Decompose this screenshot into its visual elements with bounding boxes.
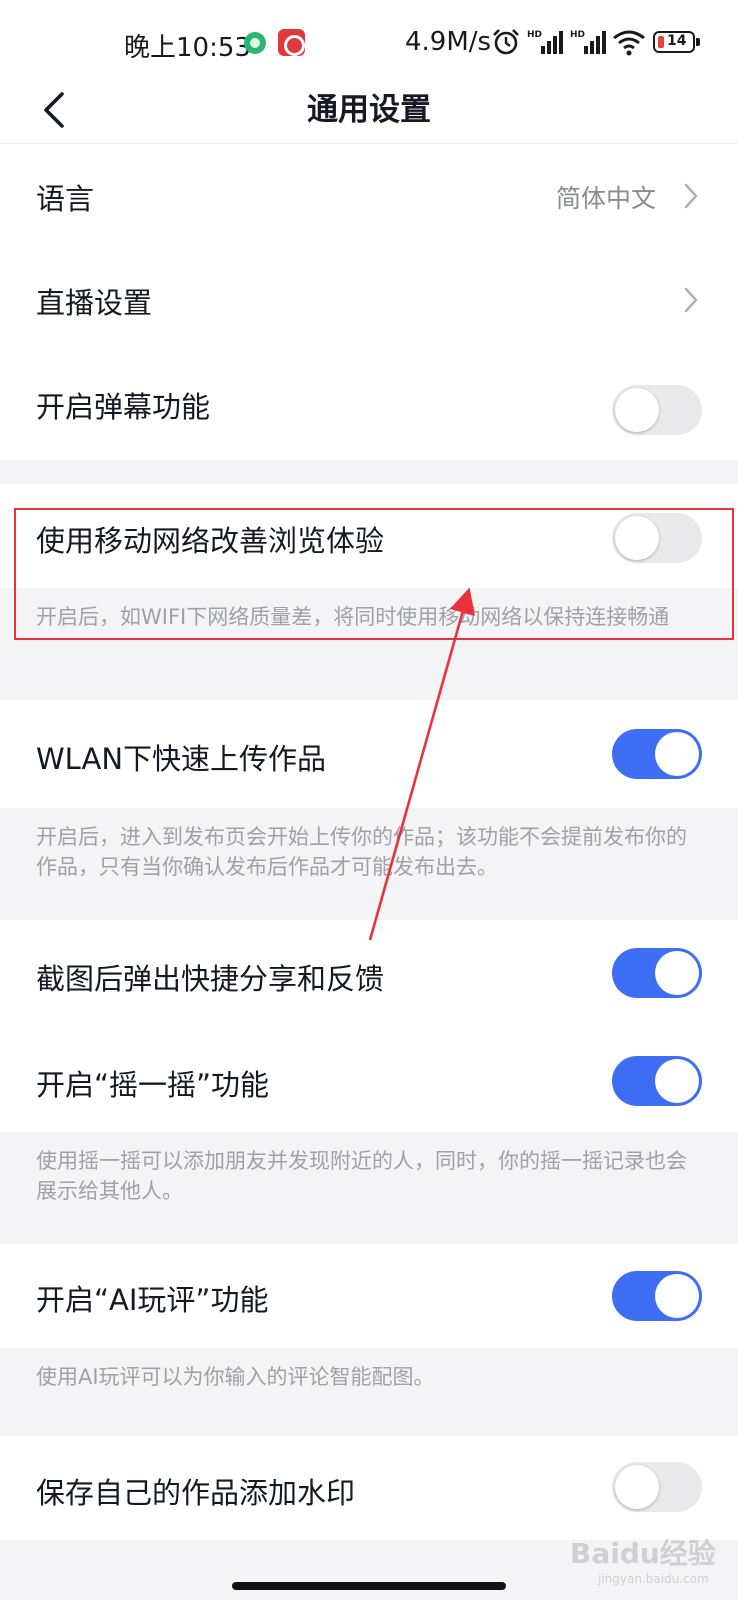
battery-level: 14 <box>667 33 687 49</box>
setting-value: 简体中文 <box>555 184 656 213</box>
nav-bar: 通用设置 <box>0 82 738 144</box>
screenshot-share-toggle[interactable] <box>612 948 702 998</box>
setting-row-live[interactable]: 直播设置 <box>0 248 738 352</box>
setting-row-ai-comment: 开启“AI玩评”功能 <box>0 1244 738 1348</box>
setting-label: 保存自己的作品添加水印 <box>36 1476 356 1510</box>
setting-row-language[interactable]: 语言 简体中文 <box>0 144 738 248</box>
setting-description: 使用AI玩评可以为你输入的评论智能配图。 <box>0 1348 738 1436</box>
hd-signal-icon: HD <box>570 30 606 54</box>
ai-comment-toggle[interactable] <box>612 1271 702 1321</box>
mobile-network-toggle[interactable] <box>612 513 702 563</box>
baidu-watermark-domain: jingyan.baidu.com <box>598 1572 709 1586</box>
setting-row-watermark: 保存自己的作品添加水印 <box>0 1436 738 1540</box>
danmaku-toggle[interactable] <box>612 385 702 435</box>
setting-label: 语言 <box>36 182 95 216</box>
svg-text:HD: HD <box>570 30 585 40</box>
svg-text:HD: HD <box>527 30 542 40</box>
chevron-right-icon <box>684 287 698 313</box>
page-title: 通用设置 <box>307 92 431 128</box>
status-bar: 晚上10:53 4.9M/s HD HD 14 <box>0 0 738 82</box>
shake-toggle[interactable] <box>612 1056 702 1106</box>
setting-label: WLAN下快速上传作品 <box>36 742 327 776</box>
setting-description: 使用摇一摇可以添加朋友并发现附近的人，同时，你的摇一摇记录也会展示给其他人。 <box>0 1132 738 1244</box>
baidu-watermark: Baidu经验 <box>570 1537 716 1570</box>
watermark-toggle[interactable] <box>612 1462 702 1512</box>
setting-description: 开启后，如WIFI下网络质量差，将同时使用移动网络以保持连接畅通 <box>0 588 738 700</box>
setting-description: 开启后，进入到发布页会开始上传你的作品；该功能不会提前发布你的作品，只有当你确认… <box>0 808 738 920</box>
setting-label: 开启弹幕功能 <box>36 390 211 424</box>
app-notification-icon <box>278 29 305 56</box>
setting-label: 直播设置 <box>36 286 153 320</box>
wlan-upload-toggle[interactable] <box>612 729 702 779</box>
battery-icon: 14 <box>653 31 700 53</box>
home-indicator[interactable] <box>232 1582 506 1590</box>
chevron-right-icon <box>684 183 698 209</box>
section-divider <box>0 460 738 484</box>
setting-row-danmaku: 开启弹幕功能 <box>0 352 738 460</box>
setting-label: 开启“AI玩评”功能 <box>36 1283 269 1317</box>
network-speed: 4.9M/s <box>405 27 492 57</box>
wifi-icon <box>613 30 645 56</box>
setting-label: 使用移动网络改善浏览体验 <box>36 524 385 558</box>
setting-label: 开启“摇一摇”功能 <box>36 1068 270 1102</box>
setting-row-wlan-upload: WLAN下快速上传作品 <box>0 700 738 808</box>
app-notification-icon <box>244 32 266 54</box>
setting-row-shake: 开启“摇一摇”功能 <box>0 1028 738 1132</box>
alarm-icon <box>493 29 519 55</box>
setting-row-screenshot-share: 截图后弹出快捷分享和反馈 <box>0 920 738 1028</box>
setting-row-mobile-network: 使用移动网络改善浏览体验 <box>0 484 738 588</box>
setting-label: 截图后弹出快捷分享和反馈 <box>36 962 385 996</box>
hd-signal-icon: HD <box>527 30 563 54</box>
status-time: 晚上10:53 <box>124 33 251 63</box>
